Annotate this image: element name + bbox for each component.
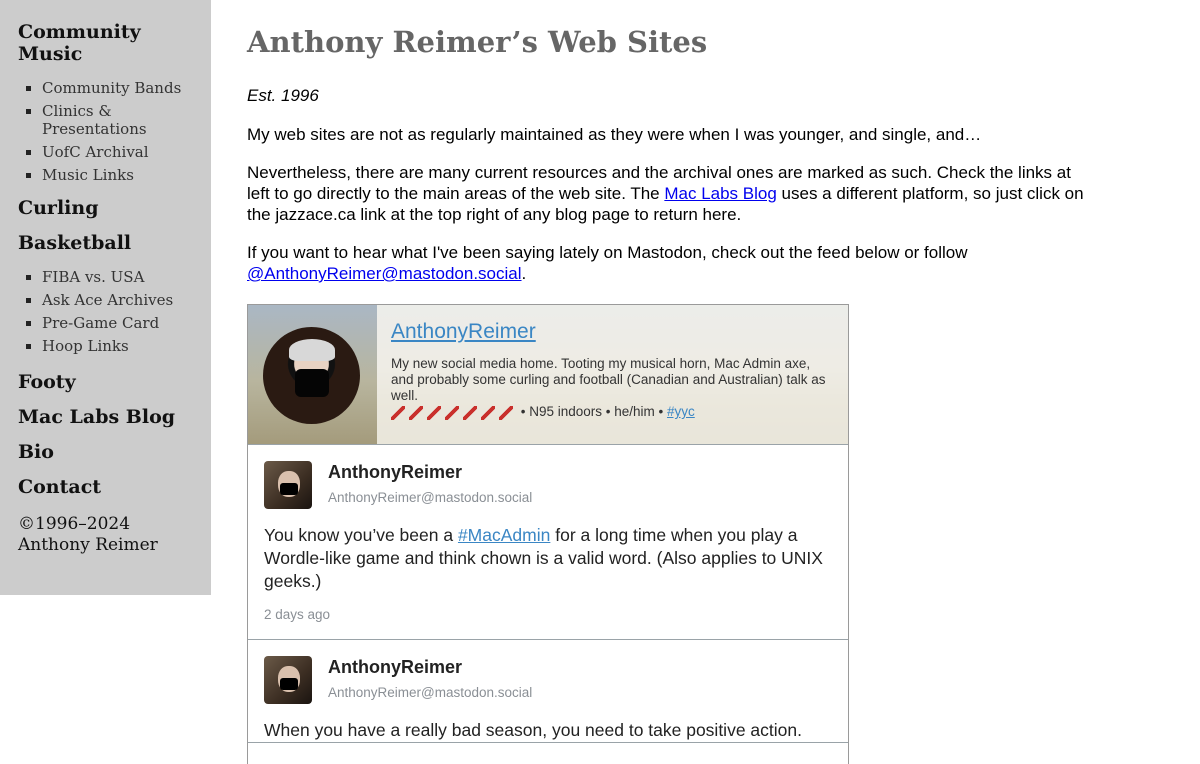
nav-bio[interactable]: Bio: [18, 441, 201, 463]
syringe-icon: [409, 405, 423, 420]
profile-meta: • N95 indoors • he/him •: [517, 404, 667, 419]
community-music-list: Community Bands Clinics & Presentations …: [18, 79, 201, 184]
mastodon-profile-link[interactable]: @AnthonyReimer@mastodon.social: [247, 264, 522, 283]
post-header: AnthonyReimer AnthonyReimer@mastodon.soc…: [264, 461, 832, 509]
profile-bio-text: My new social media home. Tooting my mus…: [391, 356, 826, 403]
syringe-icon: [427, 405, 441, 420]
post-author[interactable]: AnthonyReimer: [328, 657, 462, 678]
nav-item: Pre-Game Card: [24, 314, 201, 332]
nav-hoop-links[interactable]: Hoop Links: [42, 337, 129, 355]
nav-community-bands[interactable]: Community Bands: [42, 79, 181, 97]
nav-clinics-presentations[interactable]: Clinics & Presentations: [42, 102, 147, 138]
nav-music-links[interactable]: Music Links: [42, 166, 134, 184]
profile-banner: AnthonyReimer My new social media home. …: [248, 305, 848, 445]
post-handle: AnthonyReimer@mastodon.social: [328, 685, 533, 700]
resources-paragraph: Nevertheless, there are many current res…: [247, 162, 1097, 225]
nav-community-music[interactable]: Community Music: [18, 21, 201, 65]
nav-ask-ace-archives[interactable]: Ask Ace Archives: [42, 291, 173, 309]
avatar-mask: [295, 369, 329, 397]
post-author[interactable]: AnthonyReimer: [328, 462, 462, 483]
established-note: Est. 1996: [247, 86, 319, 105]
intro-paragraph: My web sites are not as regularly mainta…: [247, 125, 982, 144]
nav-basketball[interactable]: Basketball: [18, 232, 201, 254]
profile-info: AnthonyReimer My new social media home. …: [377, 305, 848, 444]
post-timestamp[interactable]: 2 days ago: [264, 607, 832, 622]
syringe-icon: [445, 405, 459, 420]
nav-mac-labs-blog[interactable]: Mac Labs Blog: [18, 406, 201, 428]
nav-contact[interactable]: Contact: [18, 476, 201, 498]
feed-post[interactable]: AnthonyReimer AnthonyReimer@mastodon.soc…: [248, 445, 848, 640]
mastodon-paragraph: If you want to hear what I've been sayin…: [247, 242, 1097, 284]
mac-labs-blog-link[interactable]: Mac Labs Blog: [664, 184, 776, 203]
post-text-start: You know you’ve been a: [264, 525, 458, 545]
feed-post[interactable]: AnthonyReimer AnthonyReimer@mastodon.soc…: [248, 640, 848, 743]
profile-bio: My new social media home. Tooting my mus…: [391, 356, 834, 420]
nav-item: Clinics & Presentations: [24, 102, 201, 138]
yyc-hashtag-link[interactable]: #yyc: [667, 404, 695, 419]
nav-fiba-vs-usa[interactable]: FIBA vs. USA: [42, 268, 144, 286]
nav-item: FIBA vs. USA: [24, 268, 201, 286]
nav-curling[interactable]: Curling: [18, 197, 201, 219]
post-avatar[interactable]: [264, 461, 312, 509]
nav-item: Community Bands: [24, 79, 201, 97]
syringe-icon: [481, 405, 495, 420]
mastodon-text-end: .: [521, 264, 527, 283]
nav-item: Hoop Links: [24, 337, 201, 355]
nav-footy[interactable]: Footy: [18, 371, 201, 393]
sidebar-nav: Community Music Community Bands Clinics …: [0, 0, 211, 595]
nav-item: Music Links: [24, 166, 201, 184]
page-title: Anthony Reimer’s Web Sites: [247, 25, 708, 59]
profile-avatar[interactable]: [263, 327, 360, 424]
nav-pre-game-card[interactable]: Pre-Game Card: [42, 314, 159, 332]
nav-item: Ask Ace Archives: [24, 291, 201, 309]
avatar-mask: [280, 678, 298, 690]
profile-meta-line: • N95 indoors • he/him • #yyc: [391, 404, 834, 420]
mastodon-feed[interactable]: AnthonyReimer My new social media home. …: [247, 304, 849, 764]
syringe-icon: [499, 405, 513, 420]
basketball-list: FIBA vs. USA Ask Ace Archives Pre-Game C…: [18, 268, 201, 355]
profile-name-link[interactable]: AnthonyReimer: [391, 320, 536, 344]
syringe-emoji-icons: [391, 404, 517, 420]
nav-uofc-archival[interactable]: UofC Archival: [42, 143, 149, 161]
post-handle: AnthonyReimer@mastodon.social: [328, 490, 533, 505]
post-text: When you have a really bad season, you n…: [264, 720, 802, 740]
syringe-icon: [463, 405, 477, 420]
mastodon-text: If you want to hear what I've been sayin…: [247, 243, 968, 262]
nav-item: UofC Archival: [24, 143, 201, 161]
avatar-mask: [280, 483, 298, 495]
post-text: You know you’ve been a #MacAdmin for a l…: [264, 524, 832, 593]
copyright-text: ©1996–2024 Anthony Reimer: [18, 514, 158, 555]
main-content: Anthony Reimer’s Web Sites Est. 1996 My …: [247, 22, 1097, 301]
banner-image: [248, 305, 377, 444]
syringe-icon: [391, 405, 405, 420]
avatar-hair: [289, 339, 335, 361]
post-header: AnthonyReimer AnthonyReimer@mastodon.soc…: [264, 656, 832, 704]
post-avatar[interactable]: [264, 656, 312, 704]
macadmin-hashtag-link[interactable]: #MacAdmin: [458, 525, 550, 545]
